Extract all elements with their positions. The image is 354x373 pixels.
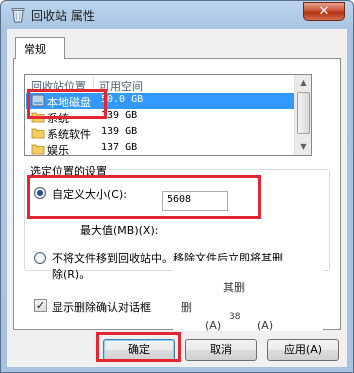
- free-space: 50.0 GB: [101, 94, 144, 105]
- ok-button[interactable]: 确定: [103, 339, 175, 361]
- ghost-text: 其删: [223, 281, 245, 294]
- folder-icon: [31, 112, 45, 123]
- free-space: 139 GB: [101, 110, 138, 121]
- max-size-label: 最大值(MB)(X):: [80, 224, 159, 237]
- column-header-free-space[interactable]: 可用空间: [99, 78, 143, 94]
- list-item[interactable]: 系统 139 GB: [26, 109, 294, 125]
- scroll-thumb[interactable]: [297, 92, 310, 134]
- custom-size-label[interactable]: 自定义大小(C):: [52, 186, 127, 202]
- location-name: 娱乐: [47, 144, 69, 156]
- ghost-text: (A): [257, 319, 274, 332]
- folder-icon: [31, 128, 45, 139]
- list-item[interactable]: 本地磁盘 50.0 GB: [26, 93, 294, 109]
- recycle-bin-icon: [11, 8, 25, 23]
- drive-icon: [31, 94, 45, 107]
- ghost-text: (A): [205, 319, 222, 332]
- location-name: 本地磁盘: [47, 96, 91, 109]
- free-space: 139 GB: [101, 126, 138, 137]
- confirm-delete-checkbox[interactable]: ✓: [34, 299, 47, 312]
- no-recycle-radio[interactable]: [34, 252, 46, 264]
- group-label: 选定位置的设置: [28, 163, 109, 179]
- list-item[interactable]: 系统软件 139 GB: [26, 125, 294, 141]
- checkmark-icon: ✓: [35, 299, 46, 312]
- folder-icon: [31, 144, 45, 155]
- close-icon: ✕: [318, 4, 330, 19]
- scroll-down-icon[interactable]: ▼: [296, 139, 311, 154]
- ghost-text: 38: [229, 312, 241, 322]
- apply-button[interactable]: 应用(A): [267, 339, 339, 361]
- window-title: 回收站 属性: [31, 9, 95, 23]
- location-list[interactable]: 回收站位置 可用空间 本地磁盘 50.0 GB 系统 139 GB 系统软件 1…: [24, 74, 312, 156]
- column-divider[interactable]: [93, 77, 94, 91]
- column-header-location[interactable]: 回收站位置: [31, 78, 86, 94]
- tab-label: 常规: [24, 43, 46, 56]
- list-header: 回收站位置 可用空间: [25, 75, 295, 93]
- free-space: 137 GB: [101, 142, 138, 153]
- properties-window: 回收站 属性 ✕ 常规 回收站位置 可用空间 本地磁盘 50.0 GB 系统 1…: [0, 0, 354, 373]
- custom-size-radio[interactable]: [34, 187, 46, 199]
- tab-general[interactable]: 常规: [15, 37, 65, 59]
- ghost-text: 删: [181, 301, 192, 314]
- no-recycle-label-cont: 除(R)。: [52, 268, 91, 281]
- confirm-delete-label[interactable]: 显示删除确认对话框: [52, 299, 151, 315]
- location-name: 系统软件: [47, 128, 91, 141]
- cancel-button[interactable]: 取消: [185, 339, 257, 361]
- list-item[interactable]: 娱乐 137 GB: [26, 141, 294, 156]
- obscured-area: [173, 261, 323, 331]
- max-size-input[interactable]: 5608: [162, 191, 228, 211]
- location-name: 系统: [47, 112, 69, 125]
- close-button[interactable]: ✕: [303, 2, 345, 21]
- title-bar[interactable]: 回收站 属性 ✕: [1, 1, 353, 29]
- vertical-scrollbar[interactable]: ▲ ▼: [294, 75, 311, 155]
- dialog-client-area: 常规 回收站位置 可用空间 本地磁盘 50.0 GB 系统 139 GB 系统软…: [7, 29, 347, 367]
- scroll-up-icon[interactable]: ▲: [296, 75, 311, 90]
